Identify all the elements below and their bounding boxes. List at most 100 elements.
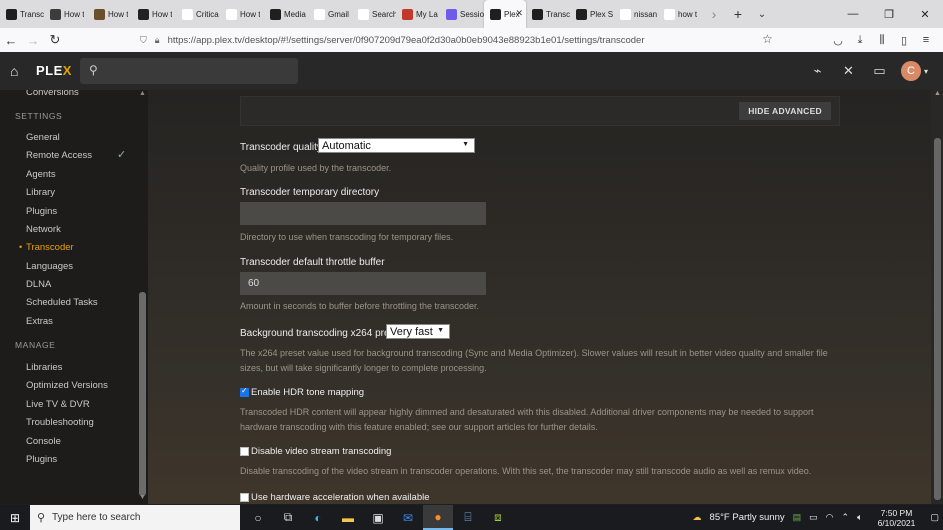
sidebar-item-libraries[interactable]: Libraries [26, 362, 62, 373]
hdr-tone-mapping-checkbox[interactable] [240, 386, 249, 397]
hardware-acceleration-checkbox[interactable] [240, 493, 249, 502]
sidebar-item-languages[interactable]: Languages [26, 261, 73, 272]
mail-icon[interactable]: ✉ [393, 505, 423, 530]
browser-tab[interactable]: nissan [614, 0, 658, 28]
reader-icon[interactable]: ▯ [893, 28, 915, 52]
minimize-icon[interactable]: — [835, 0, 871, 28]
browser-tab[interactable]: My La [396, 0, 440, 28]
sidebar-item-remote-access[interactable]: Remote Access [26, 150, 92, 161]
sidebar-item-plugins-manage[interactable]: Plugins [26, 454, 57, 465]
scroll-up-icon[interactable]: ▲ [139, 90, 146, 97]
windows-start-icon[interactable]: ⊞ [0, 505, 30, 530]
library-icon[interactable]: ⫼ [871, 28, 893, 52]
hide-advanced-button[interactable]: HIDE ADVANCED [739, 102, 831, 120]
throttle-buffer-input[interactable]: 60 [240, 272, 486, 295]
new-tab-icon[interactable]: + [726, 0, 750, 28]
settings-tools-icon[interactable]: ✕ [833, 59, 864, 83]
sidebar-item-dlna[interactable]: DLNA [26, 279, 51, 290]
avatar[interactable]: C [901, 61, 921, 81]
store-icon[interactable]: ▣ [363, 505, 393, 530]
close-window-icon[interactable]: ✕ [907, 0, 943, 28]
sidebar-item-network[interactable]: Network [26, 224, 61, 235]
url-bar[interactable]: ⛉ 🔒︎ https://app.plex.tv/desktop/#!/sett… [140, 30, 780, 50]
browser-tab[interactable]: Sessio [440, 0, 484, 28]
green-app-icon[interactable]: ⧈ [483, 505, 513, 530]
browser-tab[interactable]: Plex ✕ [484, 0, 526, 28]
firefox-icon[interactable]: ● [423, 505, 453, 530]
cast-icon[interactable]: ▭ [864, 59, 895, 83]
browser-tab[interactable]: Gmail [308, 0, 352, 28]
browser-tab[interactable]: Critica [176, 0, 220, 28]
browser-tab[interactable]: Transc [526, 0, 570, 28]
main-scroll-thumb[interactable] [934, 138, 941, 500]
sidebar-item-troubleshooting[interactable]: Troubleshooting [26, 417, 94, 428]
volume-icon[interactable]: 🔈︎ [853, 512, 866, 523]
home-icon[interactable]: ⌂ [10, 63, 26, 79]
browser-tab[interactable]: how t [658, 0, 702, 28]
browser-tab[interactable]: How t [132, 0, 176, 28]
task-view-icon[interactable]: ⧉ [273, 505, 303, 530]
tray-network-icon[interactable]: ▭ [805, 512, 822, 523]
browser-tab[interactable]: Plex S [570, 0, 614, 28]
browser-tab[interactable]: How t [44, 0, 88, 28]
restore-icon[interactable]: ❐ [871, 0, 907, 28]
browser-tab[interactable]: How t [88, 0, 132, 28]
sidebar-item-scheduled-tasks[interactable]: Scheduled Tasks [26, 297, 98, 308]
sidebar-item-live-tv-dvr[interactable]: Live TV & DVR [26, 399, 90, 410]
cortana-icon[interactable]: ○ [243, 505, 273, 530]
weather-text[interactable]: 85°F Partly sunny [706, 512, 789, 523]
sidebar-item-optimized-versions[interactable]: Optimized Versions [26, 380, 108, 391]
network-tool-icon[interactable]: ⌸ [453, 505, 483, 530]
hardware-acceleration-label[interactable]: Use hardware acceleration when available [251, 492, 430, 503]
search-input[interactable]: ⚲ [80, 58, 298, 84]
main-scrollbar[interactable]: ▲ [931, 90, 943, 504]
sidebar-item-extras[interactable]: Extras [26, 316, 53, 327]
transcoder-quality-select[interactable]: Automatic ▼ [318, 138, 475, 153]
plex-logo[interactable]: PLEX [36, 63, 72, 78]
sidebar-item-agents[interactable]: Agents [26, 169, 56, 180]
browser-tab[interactable]: Transc [0, 0, 44, 28]
bookmark-star-icon[interactable]: ☆ [762, 32, 773, 46]
sidebar-item-library[interactable]: Library [26, 187, 55, 198]
browser-nav-bar: ← → ↻ ⛉ 🔒︎ https://app.plex.tv/desktop/#… [0, 28, 943, 52]
browser-tab[interactable]: Search [352, 0, 396, 28]
sidebar-item-console[interactable]: Console [26, 436, 61, 447]
pocket-icon[interactable]: ◡ [827, 28, 849, 52]
sidebar-item-plugins[interactable]: Plugins [26, 206, 57, 217]
download-icon[interactable]: ⤓ [849, 28, 871, 52]
taskbar-clock[interactable]: 7:50 PM 6/10/2021 [866, 508, 926, 528]
hdr-tone-mapping-label[interactable]: Enable HDR tone mapping [251, 387, 364, 398]
taskbar-search-box[interactable]: ⚲ Type here to search [30, 505, 240, 530]
x264-preset-select[interactable]: Very fast ▼ [386, 324, 450, 339]
temp-directory-input[interactable] [240, 202, 486, 225]
edge-icon[interactable]: ◐ [303, 505, 333, 530]
reload-icon[interactable]: ↻ [44, 28, 66, 52]
wifi-icon[interactable]: ◠ [822, 512, 838, 523]
forward-icon[interactable]: → [22, 28, 44, 52]
scroll-down-icon[interactable]: ▼ [139, 494, 146, 501]
browser-tab[interactable]: How t [220, 0, 264, 28]
tray-app-icon[interactable]: ▤ [789, 512, 806, 523]
browser-tab-label: My La [416, 9, 438, 19]
disable-video-transcoding-checkbox[interactable] [240, 447, 249, 456]
sidebar-item-general[interactable]: General [26, 132, 60, 143]
notifications-icon[interactable]: ▢ [926, 512, 943, 523]
scroll-up-icon[interactable]: ▲ [934, 90, 941, 97]
back-icon[interactable]: ← [0, 28, 22, 52]
sidebar-scroll-thumb[interactable] [139, 292, 146, 496]
menu-icon[interactable]: ≡ [915, 28, 937, 52]
sidebar-scrollbar[interactable]: ▲ ▼ [137, 90, 147, 504]
disable-video-transcoding-label[interactable]: Disable video stream transcoding [251, 446, 391, 457]
close-tab-icon[interactable]: ✕ [515, 8, 523, 19]
sidebar-item-conversions[interactable]: Conversions [26, 90, 79, 98]
file-explorer-icon[interactable]: ▬ [333, 505, 363, 530]
sidebar-item-transcoder[interactable]: Transcoder [26, 242, 74, 253]
tab-scroll-right-icon[interactable]: › [702, 0, 726, 28]
chevron-up-icon[interactable]: ⌃ [838, 512, 854, 523]
browser-tab[interactable]: Media [264, 0, 308, 28]
weather-icon[interactable]: ☁ [689, 512, 706, 523]
activity-icon[interactable]: ⌁ [802, 59, 833, 83]
chevron-down-icon[interactable]: ▾ [921, 59, 931, 83]
tab-list-chevron-icon[interactable]: ⌄ [750, 0, 774, 28]
browser-tab-label: Transc [546, 9, 570, 19]
